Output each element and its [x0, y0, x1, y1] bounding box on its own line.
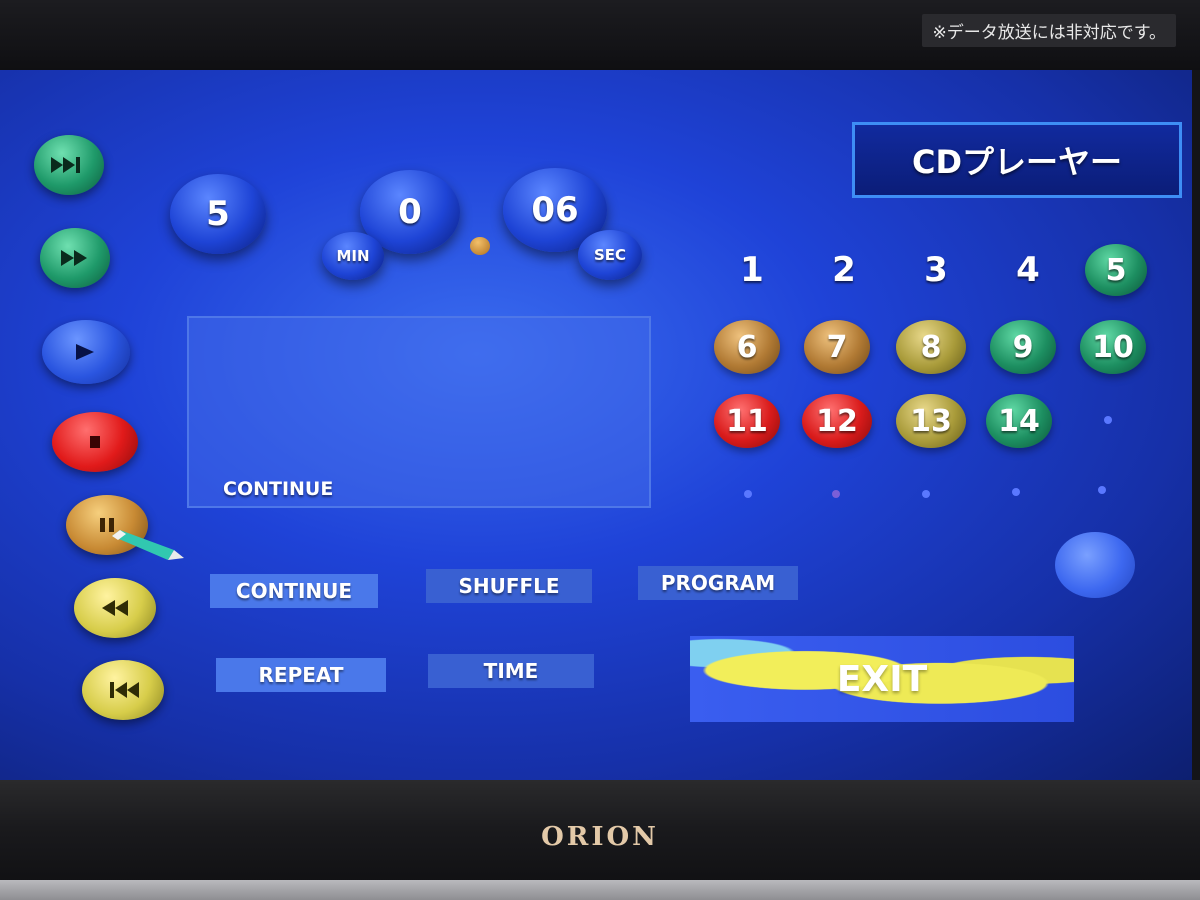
brand-logo: ORION	[541, 822, 659, 852]
empty-track-slot	[1012, 488, 1020, 496]
play-button[interactable]	[42, 320, 130, 384]
rewind-button[interactable]	[74, 578, 156, 638]
track-number-display: 5	[170, 174, 266, 254]
stop-button[interactable]	[52, 412, 138, 472]
empty-track-slot	[1104, 416, 1112, 424]
track-2[interactable]: 2	[814, 250, 874, 290]
time-separator-dot	[470, 237, 490, 255]
track-9[interactable]: 9	[990, 320, 1056, 374]
skip-forward-button[interactable]	[34, 135, 104, 195]
pointer-cursor-icon	[112, 530, 184, 560]
skip-forward-icon	[51, 157, 80, 173]
empty-track-slot	[1098, 486, 1106, 494]
time-button[interactable]: TIME	[428, 654, 594, 688]
track-6[interactable]: 6	[714, 320, 780, 374]
skip-back-icon	[110, 682, 139, 698]
fast-forward-button[interactable]	[40, 228, 110, 288]
track-7[interactable]: 7	[804, 320, 870, 374]
track-10[interactable]: 10	[1080, 320, 1146, 374]
tv-bezel-edge	[0, 880, 1200, 900]
min-label: MIN	[322, 232, 384, 280]
tv-bezel-top: ※データ放送には非対応です。	[0, 0, 1200, 70]
track-11[interactable]: 11	[714, 394, 780, 448]
track-4[interactable]: 4	[998, 250, 1058, 290]
stop-icon	[90, 436, 100, 448]
track-13[interactable]: 13	[896, 394, 966, 448]
fast-forward-icon	[61, 250, 87, 266]
play-mode-status: CONTINUE	[223, 478, 334, 500]
empty-track-slot	[832, 490, 840, 498]
info-display-panel: CONTINUE	[187, 316, 651, 508]
shuffle-button[interactable]: SHUFFLE	[426, 569, 592, 603]
track-3[interactable]: 3	[906, 250, 966, 290]
track-12[interactable]: 12	[802, 394, 872, 448]
track-14[interactable]: 14	[986, 394, 1052, 448]
continue-button[interactable]: CONTINUE	[210, 574, 378, 608]
skip-back-button[interactable]	[82, 660, 164, 720]
decorative-orb	[1055, 532, 1135, 598]
track-8[interactable]: 8	[896, 320, 966, 374]
page-title: CDプレーヤー	[852, 122, 1182, 198]
exit-button[interactable]: EXIT	[690, 636, 1074, 722]
rewind-icon	[102, 600, 128, 616]
program-button[interactable]: PROGRAM	[638, 566, 798, 600]
track-1[interactable]: 1	[722, 250, 782, 290]
track-5[interactable]: 5	[1085, 244, 1147, 296]
empty-track-slot	[744, 490, 752, 498]
play-icon	[76, 344, 94, 360]
sec-label: SEC	[578, 230, 642, 280]
empty-track-slot	[922, 490, 930, 498]
data-broadcast-notice: ※データ放送には非対応です。	[922, 14, 1176, 47]
repeat-button[interactable]: REPEAT	[216, 658, 386, 692]
cd-player-screen: 5 0 MIN 06 SEC CDプレーヤー CONTINUE 1 2 3 4 …	[0, 70, 1192, 780]
